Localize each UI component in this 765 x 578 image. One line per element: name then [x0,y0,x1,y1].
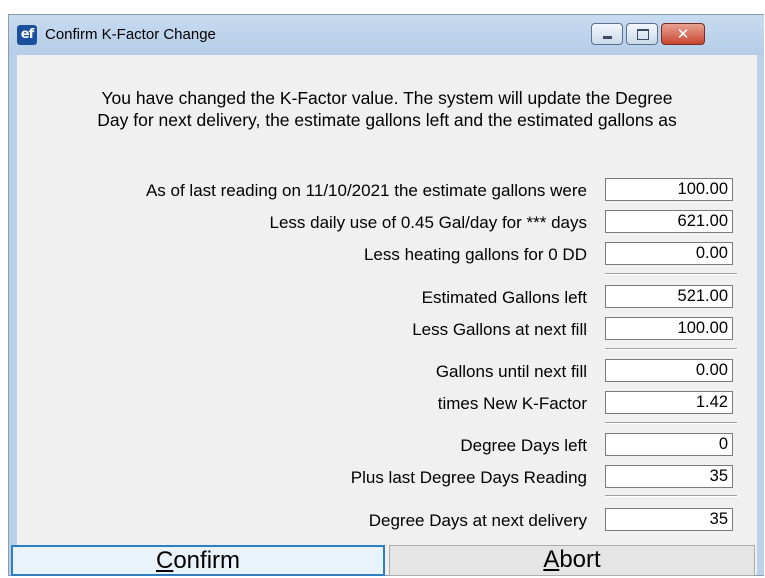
label-estimated-gallons-left: Estimated Gallons left [421,288,587,307]
dialog-body: You have changed the K-Factor value. The… [11,55,757,576]
separator-line [605,422,737,424]
value-estimate-gallons[interactable]: 100.00 [605,178,733,201]
abort-button[interactable]: Abort [389,545,755,576]
intro-line-2: Day for next delivery, the estimate gall… [97,110,677,130]
maximize-button[interactable] [626,23,658,45]
label-degree-days-left: Degree Days left [460,436,587,455]
value-estimated-gallons-left[interactable]: 521.00 [605,285,733,308]
intro-line-1: You have changed the K-Factor value. The… [101,88,673,108]
abort-mnemonic: A [543,546,560,573]
value-degree-days-next-delivery[interactable]: 35 [605,508,733,531]
value-heating-gallons[interactable]: 0.00 [605,242,733,265]
title-bar[interactable]: ef Confirm K-Factor Change ✕ [9,15,764,55]
window-title: Confirm K-Factor Change [45,26,216,43]
value-new-k-factor[interactable]: 1.42 [605,391,733,414]
intro-message: You have changed the K-Factor value. The… [17,87,757,131]
separator-line [605,495,737,497]
separator-line [605,273,737,275]
close-icon: ✕ [676,25,690,43]
label-new-k-factor: times New K-Factor [437,394,587,413]
value-gallons-next-fill[interactable]: 100.00 [605,317,733,340]
confirm-button[interactable]: Confirm [11,545,385,576]
app-logo-icon: ef [17,25,37,45]
confirm-label: onfirm [173,547,241,574]
value-last-degree-days-reading[interactable]: 35 [605,465,733,488]
label-gallons-until-next-fill: Gallons until next fill [435,362,587,381]
minimize-button[interactable] [591,23,623,45]
separator-line [605,348,737,350]
value-gallons-until-next-fill[interactable]: 0.00 [605,359,733,382]
label-estimate-gallons: As of last reading on 11/10/2021 the est… [145,181,587,200]
label-last-degree-days-reading: Plus last Degree Days Reading [350,468,587,487]
minimize-icon [603,36,612,39]
label-daily-use: Less daily use of 0.45 Gal/day for *** d… [269,213,587,232]
maximize-icon [637,29,649,40]
value-daily-use[interactable]: 621.00 [605,210,733,233]
label-degree-days-next-delivery: Degree Days at next delivery [368,511,587,530]
dialog-window: ef Confirm K-Factor Change ✕ You have ch… [8,14,764,576]
confirm-mnemonic: C [155,547,174,574]
label-gallons-next-fill: Less Gallons at next fill [412,320,587,339]
close-button[interactable]: ✕ [661,23,705,45]
value-degree-days-left[interactable]: 0 [605,433,733,456]
label-heating-gallons: Less heating gallons for 0 DD [363,245,587,264]
abort-label: bort [559,546,601,573]
